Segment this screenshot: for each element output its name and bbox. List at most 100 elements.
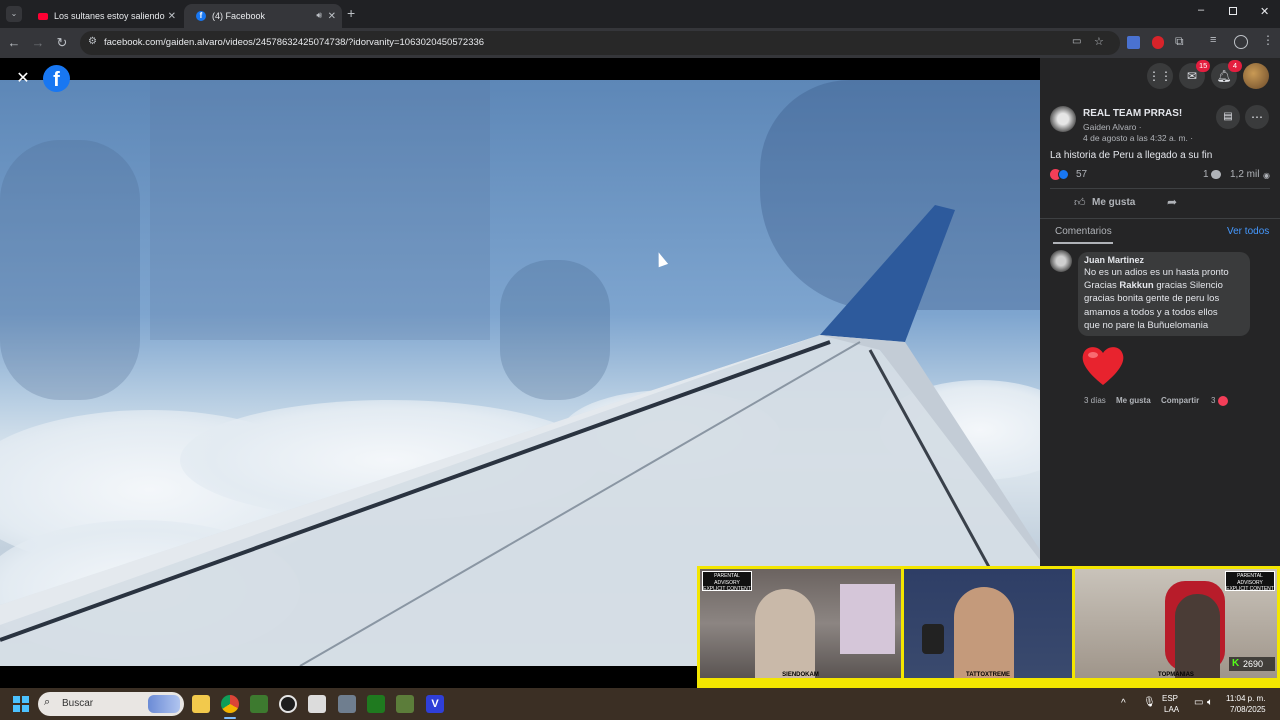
url-text: facebook.com/gaiden.alvaro/videos/245786… <box>104 37 485 48</box>
network-icon[interactable]: ▭ <box>1194 698 1203 708</box>
close-tab-icon[interactable]: ✕ <box>328 11 336 22</box>
back-button[interactable]: ← <box>6 35 22 50</box>
youtube-icon <box>38 12 48 20</box>
reaction-count[interactable]: 57 <box>1076 169 1087 180</box>
forward-button[interactable]: → <box>30 35 46 50</box>
commenter-avatar[interactable] <box>1050 250 1072 272</box>
comment-icon <box>1211 170 1221 179</box>
volume-icon[interactable]: 🔈︎ <box>1207 698 1213 708</box>
mention-rakkun[interactable]: Rakkun <box>1119 280 1153 291</box>
tab-title: Los sultanes estoy saliendo con <box>54 11 166 21</box>
reload-button[interactable]: ↻ <box>54 35 70 51</box>
more-options-icon[interactable]: ⋯ <box>1245 105 1269 129</box>
language-bottom[interactable]: LAA <box>1164 705 1179 715</box>
streamer-figure <box>1175 594 1220 678</box>
tab-los-sultanes[interactable]: Los sultanes estoy saliendo con ✕ <box>26 4 182 28</box>
streamer-figure <box>954 587 1014 678</box>
browser-toolbar: ← → ↻ ⚙︎ facebook.com/gaiden.alvaro/vide… <box>0 28 1280 58</box>
windows-start-icon[interactable] <box>13 696 29 712</box>
restore-button[interactable] <box>1229 7 1237 15</box>
cam-label: SIENDOKAM <box>782 672 819 678</box>
new-tab-button[interactable]: + <box>347 5 355 21</box>
comment-like-button[interactable]: Me gusta <box>1116 396 1151 405</box>
v-app-icon[interactable]: V <box>426 695 444 713</box>
divider <box>1050 188 1270 189</box>
comment-share-button[interactable]: Compartir <box>1161 396 1199 405</box>
post-author[interactable]: Gaiden Alvaro · <box>1083 122 1142 132</box>
post-caption: La historia de Peru a llegado a su fin <box>1050 150 1213 161</box>
stream-webcam-overlay: PARENTAL ADVISORY EXPLICIT CONTENT SIEND… <box>697 566 1280 688</box>
calculator-icon[interactable] <box>338 695 356 713</box>
close-video-button[interactable]: ✕ <box>10 66 36 92</box>
comment-word: gracias Silencio <box>1156 280 1223 291</box>
browser-tab-strip: ⌄ Los sultanes estoy saliendo con ✕ f (4… <box>0 0 1280 28</box>
tab-search-button[interactable]: ⌄ <box>6 6 22 22</box>
see-all-link[interactable]: Ver todos <box>1227 226 1269 237</box>
address-bar[interactable]: ⚙︎ facebook.com/gaiden.alvaro/videos/245… <box>80 31 1120 55</box>
show-hidden-icons[interactable]: ^ <box>1121 699 1126 709</box>
comments-tab[interactable]: Comentarios <box>1055 226 1112 237</box>
minimize-button[interactable]: – <box>1198 4 1204 16</box>
file-explorer-icon[interactable] <box>192 695 210 713</box>
thumbs-up-icon: 👍︎ <box>1074 197 1086 209</box>
install-app-icon[interactable]: ▭ <box>1072 36 1081 47</box>
tab-title: (4) Facebook <box>212 11 266 21</box>
speaker-icon[interactable]: 🔊︎ <box>316 10 322 21</box>
active-app-indicator <box>224 717 236 719</box>
like-button[interactable]: 👍︎ Me gusta <box>1072 194 1142 214</box>
comment-word: Gracias <box>1084 280 1117 291</box>
share-icon[interactable]: ➦ <box>1167 195 1177 209</box>
clock-date[interactable]: 7/08/2025 <box>1230 705 1266 715</box>
viewer-count: 2690 <box>1243 659 1264 669</box>
reading-list-icon[interactable]: ≡ <box>1210 34 1216 46</box>
save-post-icon[interactable]: ▤ <box>1216 105 1240 129</box>
extensions-puzzle-icon[interactable]: ⧉ <box>1175 34 1184 49</box>
post-date[interactable]: 4 de agosto a las 4:32 a. m. · <box>1083 133 1193 143</box>
webcam-siendokam: PARENTAL ADVISORY EXPLICIT CONTENT SIEND… <box>700 569 901 678</box>
account-avatar[interactable] <box>1243 63 1269 89</box>
profile-icon[interactable] <box>1234 35 1248 49</box>
language-top[interactable]: ESP <box>1162 694 1178 704</box>
viewer-count-box: K 2690 <box>1229 657 1275 671</box>
comment-line: Gracias Rakkun gracias Silencio <box>1084 279 1223 293</box>
document-app-icon[interactable] <box>308 695 326 713</box>
comment-time[interactable]: 3 días <box>1084 396 1106 405</box>
kick-logo-icon: K <box>1232 658 1240 669</box>
comment-line: No es un adios es un hasta pronto <box>1084 267 1229 278</box>
taskbar-search-box[interactable]: ⌕ Buscar <box>38 692 184 716</box>
translate-extension-icon[interactable] <box>1127 36 1140 49</box>
webcam-topmanias: PARENTAL ADVISORY EXPLICIT CONTENT K 269… <box>1075 569 1277 678</box>
minecraft-icon[interactable] <box>250 695 268 713</box>
menu-grid-icon[interactable]: ⋮⋮ <box>1147 63 1173 89</box>
site-info-icon[interactable]: ⚙︎ <box>88 36 97 47</box>
comment-reaction-count[interactable]: 3 <box>1211 396 1215 405</box>
notifications-badge: 4 <box>1228 60 1242 72</box>
tab-facebook[interactable]: f (4) Facebook 🔊︎ ✕ <box>184 4 342 28</box>
chrome-icon[interactable] <box>221 695 239 713</box>
chrome-menu-icon[interactable]: ⋮ <box>1262 33 1274 47</box>
like-reaction-icon <box>1058 169 1069 180</box>
microphone-icon[interactable]: 🎙︎ <box>1143 698 1156 708</box>
group-name[interactable]: REAL TEAM PRRAS! <box>1083 108 1182 119</box>
parental-advisory-label: PARENTAL ADVISORY EXPLICIT CONTENT <box>1225 571 1275 592</box>
comment-line: gracias bonita gente de peru los <box>1084 293 1220 304</box>
g-app-icon[interactable] <box>279 695 297 713</box>
like-label: Me gusta <box>1092 197 1136 208</box>
media-player-icon[interactable] <box>367 695 385 713</box>
comment-line: que no pare la Buñuelomania <box>1084 320 1209 331</box>
close-window-button[interactable]: ✕ <box>1260 5 1269 18</box>
clock-time[interactable]: 11:04 p. m. <box>1226 694 1265 704</box>
messenger-badge: 15 <box>1196 60 1211 72</box>
pc-setup <box>840 584 895 654</box>
streamer-figure <box>755 589 815 678</box>
close-tab-icon[interactable]: ✕ <box>168 11 176 22</box>
red-extension-icon[interactable] <box>1152 36 1164 49</box>
comment-count[interactable]: 1 <box>1203 169 1209 180</box>
comment-love-icon <box>1218 396 1228 406</box>
group-avatar[interactable] <box>1050 106 1076 132</box>
minecraft-launcher-icon[interactable] <box>396 695 414 713</box>
view-count[interactable]: 1,2 mil <box>1230 169 1259 180</box>
comments-tab-underline <box>1053 242 1113 244</box>
facebook-logo-icon[interactable]: f <box>43 65 70 92</box>
bookmark-star-icon[interactable]: ☆ <box>1094 35 1104 48</box>
